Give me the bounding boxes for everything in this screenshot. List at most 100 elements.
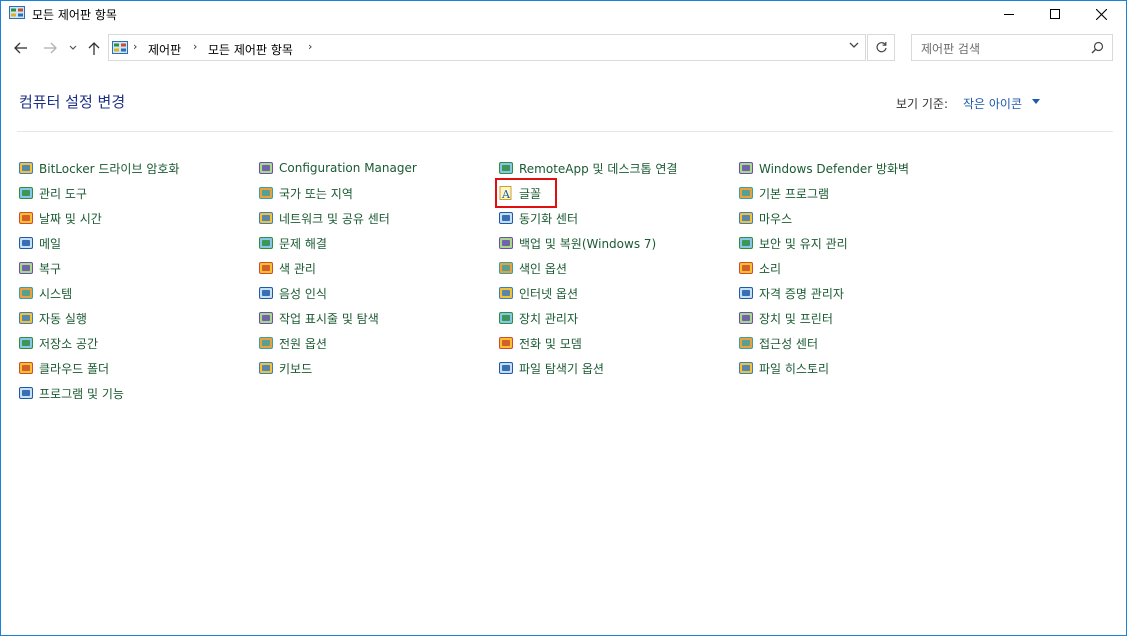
control-panel-item[interactable]: 저장소 공간	[18, 333, 98, 353]
back-button[interactable]	[12, 40, 30, 56]
header-divider	[17, 131, 1113, 132]
item-label: 기본 프로그램	[759, 186, 830, 201]
security-maintenance-icon	[739, 237, 753, 249]
maximize-button[interactable]	[1032, 1, 1078, 27]
control-panel-item[interactable]: 키보드	[258, 358, 312, 378]
item-label: 날짜 및 시간	[39, 211, 102, 226]
programs-features-icon	[19, 387, 33, 399]
system-icon	[19, 287, 33, 299]
control-panel-item[interactable]: 관리 도구	[18, 183, 87, 203]
control-panel-item[interactable]: 자격 증명 관리자	[738, 283, 844, 303]
arrow-right-icon	[44, 42, 57, 54]
control-panel-item[interactable]: 음성 인식	[258, 283, 327, 303]
item-label: 복구	[39, 261, 62, 276]
search-box[interactable]: 제어판 검색	[911, 34, 1113, 61]
control-panel-item[interactable]: 접근성 센터	[738, 333, 818, 353]
breadcrumb-control-panel[interactable]: 제어판	[148, 41, 181, 58]
title-bar[interactable]: 모든 제어판 항목	[1, 1, 1126, 27]
control-panel-item[interactable]: 보안 및 유지 관리	[738, 233, 848, 253]
forward-button[interactable]	[41, 40, 59, 56]
control-panel-item[interactable]: 소리	[738, 258, 781, 278]
control-panel-item[interactable]: 색인 옵션	[498, 258, 567, 278]
item-label: 자격 증명 관리자	[759, 286, 844, 301]
item-label: 자동 실행	[39, 311, 87, 326]
control-panel-item[interactable]: 인터넷 옵션	[498, 283, 578, 303]
item-label: 백업 및 복원(Windows 7)	[519, 236, 657, 251]
remoteapp-icon	[499, 162, 513, 174]
control-panel-item[interactable]: 파일 탐색기 옵션	[498, 358, 604, 378]
control-panel-item[interactable]: 장치 관리자	[498, 308, 578, 328]
control-panel-item[interactable]: 클라우드 폴더	[18, 358, 109, 378]
control-panel-icon	[112, 41, 128, 54]
search-icon[interactable]	[1091, 41, 1104, 54]
control-panel-item[interactable]: 프로그램 및 기능	[18, 383, 124, 403]
control-panel-window: 모든 제어판 항목 › 제어판 › 모든 제어판 항목 › 제어판 검색 컴퓨터…	[0, 0, 1127, 636]
control-panel-item[interactable]: Configuration Manager	[258, 158, 417, 178]
item-label: 국가 또는 지역	[279, 186, 353, 201]
control-panel-item[interactable]: 동기화 센터	[498, 208, 578, 228]
network-icon	[259, 212, 273, 224]
phone-modem-icon	[499, 337, 513, 349]
address-bar[interactable]: › 제어판 › 모든 제어판 항목 ›	[108, 34, 866, 61]
region-icon	[259, 187, 273, 199]
breadcrumb-separator[interactable]: ›	[193, 40, 197, 53]
item-label: 저장소 공간	[39, 336, 99, 351]
chevron-down-icon[interactable]	[849, 42, 859, 49]
recent-locations-button[interactable]	[67, 40, 79, 56]
control-panel-item[interactable]: 기본 프로그램	[738, 183, 829, 203]
window-title: 모든 제어판 항목	[32, 8, 117, 22]
control-panel-item[interactable]: 국가 또는 지역	[258, 183, 353, 203]
storage-spaces-icon	[19, 337, 33, 349]
control-panel-item[interactable]: 마우스	[738, 208, 792, 228]
control-panel-item[interactable]: 파일 히스토리	[738, 358, 829, 378]
close-icon	[1095, 8, 1107, 20]
item-label: 전원 옵션	[279, 336, 327, 351]
refresh-button[interactable]	[867, 34, 895, 61]
item-label: 장치 관리자	[519, 311, 579, 326]
control-panel-item[interactable]: 전원 옵션	[258, 333, 327, 353]
item-label: 보안 및 유지 관리	[759, 236, 848, 251]
item-label: Configuration Manager	[279, 161, 417, 175]
admin-tools-icon	[19, 187, 33, 199]
up-button[interactable]	[86, 40, 102, 56]
navigation-bar: › 제어판 › 모든 제어판 항목 › 제어판 검색	[1, 32, 1126, 64]
minimize-button[interactable]	[986, 1, 1032, 27]
item-label: 접근성 센터	[759, 336, 819, 351]
control-panel-item[interactable]: 네트워크 및 공유 센터	[258, 208, 390, 228]
item-label: 색인 옵션	[519, 261, 567, 276]
breadcrumb-separator[interactable]: ›	[308, 40, 312, 53]
breadcrumb-all-items[interactable]: 모든 제어판 항목	[208, 41, 293, 58]
item-label: RemoteApp 및 데스크톱 연결	[519, 161, 678, 176]
mail-icon	[19, 237, 33, 249]
item-label: 키보드	[279, 361, 313, 376]
view-by-dropdown[interactable]: 작은 아이콘	[963, 95, 1022, 112]
default-programs-icon	[739, 187, 753, 199]
item-label: 파일 탐색기 옵션	[519, 361, 604, 376]
control-panel-item[interactable]: 자동 실행	[18, 308, 87, 328]
speech-recognition-icon	[259, 287, 273, 299]
item-label: 작업 표시줄 및 탐색	[279, 311, 379, 326]
control-panel-item[interactable]: BitLocker 드라이브 암호화	[18, 158, 179, 178]
control-panel-item[interactable]: RemoteApp 및 데스크톱 연결	[498, 158, 677, 178]
control-panel-item[interactable]: 메일	[18, 233, 61, 253]
chevron-down-icon	[69, 45, 77, 50]
troubleshooting-icon	[259, 237, 273, 249]
control-panel-item[interactable]: 전화 및 모뎀	[498, 333, 582, 353]
item-label: 프로그램 및 기능	[39, 386, 124, 401]
control-panel-item[interactable]: 문제 해결	[258, 233, 327, 253]
control-panel-item[interactable]: 날짜 및 시간	[18, 208, 102, 228]
credential-manager-icon	[739, 287, 753, 299]
item-label: 시스템	[39, 286, 73, 301]
control-panel-item[interactable]: 시스템	[18, 283, 72, 303]
control-panel-item[interactable]: Windows Defender 방화벽	[738, 158, 909, 178]
control-panel-item[interactable]: 작업 표시줄 및 탐색	[258, 308, 379, 328]
minimize-icon	[1004, 14, 1014, 15]
caret-down-icon[interactable]	[1032, 99, 1040, 104]
control-panel-item[interactable]: 복구	[18, 258, 61, 278]
control-panel-item[interactable]: 장치 및 프린터	[738, 308, 833, 328]
item-label: 음성 인식	[279, 286, 327, 301]
control-panel-item[interactable]: 백업 및 복원(Windows 7)	[498, 233, 656, 253]
close-button[interactable]	[1078, 1, 1124, 27]
breadcrumb-separator[interactable]: ›	[133, 40, 137, 53]
control-panel-item[interactable]: 색 관리	[258, 258, 316, 278]
